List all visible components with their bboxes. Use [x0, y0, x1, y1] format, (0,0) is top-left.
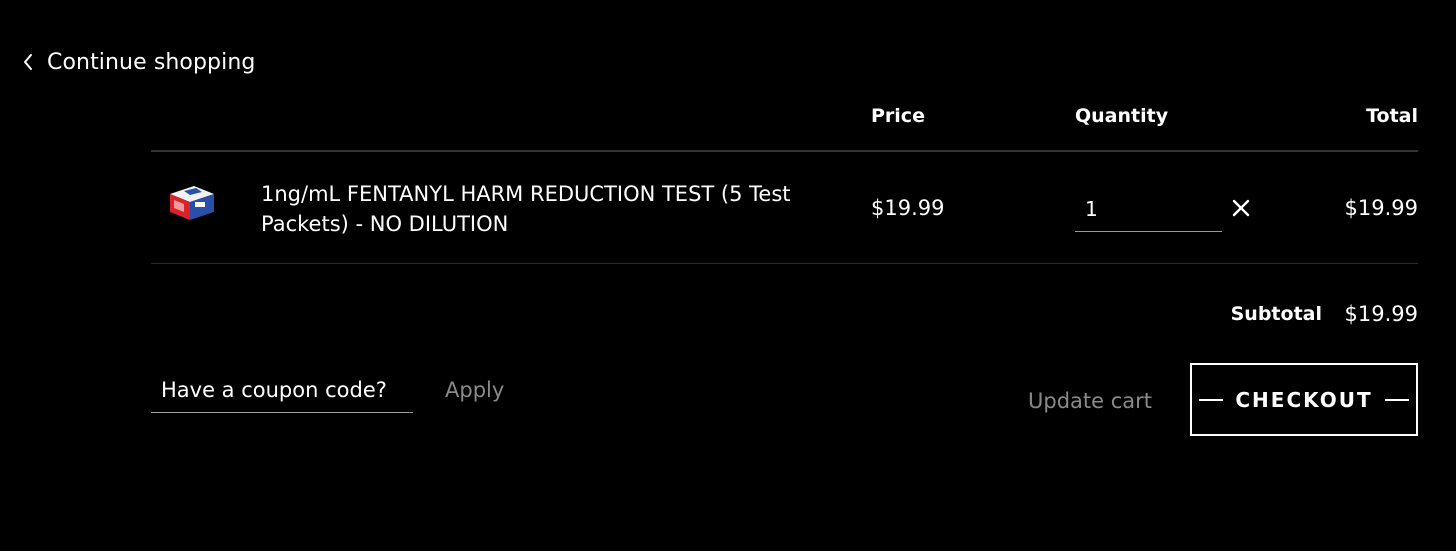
subtotal-value: $19.99	[1344, 302, 1418, 326]
table-footer-divider	[151, 263, 1418, 264]
checkout-right-dash	[1384, 398, 1409, 401]
update-cart-button[interactable]: Update cart	[1028, 387, 1152, 415]
coupon-code-input[interactable]	[151, 367, 413, 413]
column-header-quantity: Quantity	[1075, 105, 1169, 127]
close-icon[interactable]	[1230, 197, 1252, 219]
table-header-divider	[151, 150, 1418, 152]
checkout-label: CHECKOUT	[1235, 387, 1373, 412]
apply-coupon-button[interactable]: Apply	[445, 376, 504, 404]
line-total: $19.99	[1344, 196, 1418, 220]
quantity-input[interactable]	[1075, 186, 1222, 232]
continue-shopping-link[interactable]: Continue shopping	[22, 46, 255, 78]
column-header-total: Total	[1366, 105, 1418, 127]
continue-shopping-label: Continue shopping	[47, 49, 256, 75]
product-price: $19.99	[871, 196, 945, 220]
chevron-left-icon	[22, 52, 34, 72]
product-name[interactable]: 1ng/mL FENTANYL HARM REDUCTION TEST (5 T…	[261, 179, 801, 239]
product-thumbnail[interactable]	[166, 182, 218, 228]
subtotal-label: Subtotal	[1230, 303, 1322, 325]
checkout-button[interactable]: CHECKOUT	[1190, 363, 1418, 436]
checkout-left-dash	[1199, 398, 1224, 401]
column-header-price: Price	[871, 105, 925, 127]
